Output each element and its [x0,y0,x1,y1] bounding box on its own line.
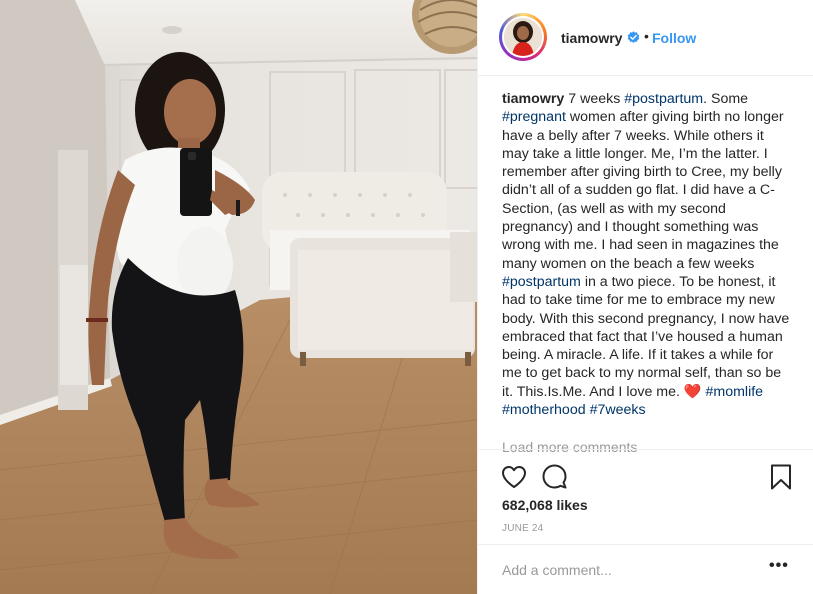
avatar-image [504,18,542,56]
photo-scene [0,0,477,594]
username[interactable]: tiamowry [561,30,622,46]
caption-username[interactable]: tiamowry [502,91,564,107]
hashtag-link[interactable]: #7weeks [590,402,646,418]
caption-segment: . Some [703,91,749,107]
hashtag-link[interactable]: #postpartum [624,91,703,107]
caption: tiamowry 7 weeks #postpartum. Some #preg… [502,90,792,419]
caption-segment: 7 weeks [564,91,625,107]
post-photo[interactable] [0,0,477,594]
comment-bubble-icon[interactable] [542,464,567,489]
hashtag-link[interactable]: #momlife [706,384,764,400]
heart-icon[interactable] [501,465,527,489]
follow-button[interactable]: Follow [652,30,696,46]
hashtag-link[interactable]: #postpartum [502,274,581,290]
likes-count[interactable]: 682,068 likes [502,497,588,513]
hashtag-link[interactable]: #pregnant [502,109,566,125]
post-header: tiamowry • Follow [478,0,813,76]
verified-badge-icon [627,31,640,43]
post-date[interactable]: JUNE 24 [502,523,543,534]
comment-input[interactable] [502,562,752,578]
comment-bar: ••• [478,544,813,594]
caption-segment: women after giving birth no longer have … [502,109,784,272]
hashtag-link[interactable]: #motherhood [502,402,586,418]
separator-dot: • [644,28,649,44]
avatar[interactable] [499,13,547,61]
more-options-icon[interactable]: ••• [769,557,789,575]
heart-emoji: ❤️ [683,383,702,400]
avatar-portrait [504,18,542,56]
post-detail-panel: tiamowry • Follow tiamowry 7 weeks #post… [477,0,813,594]
bookmark-icon[interactable] [770,464,792,490]
caption-segment: in a two piece. To be honest, it had to … [502,273,790,400]
avatar-frame [502,16,544,58]
caption-text: 7 weeks #postpartum. Some #pregnant wome… [502,91,789,418]
